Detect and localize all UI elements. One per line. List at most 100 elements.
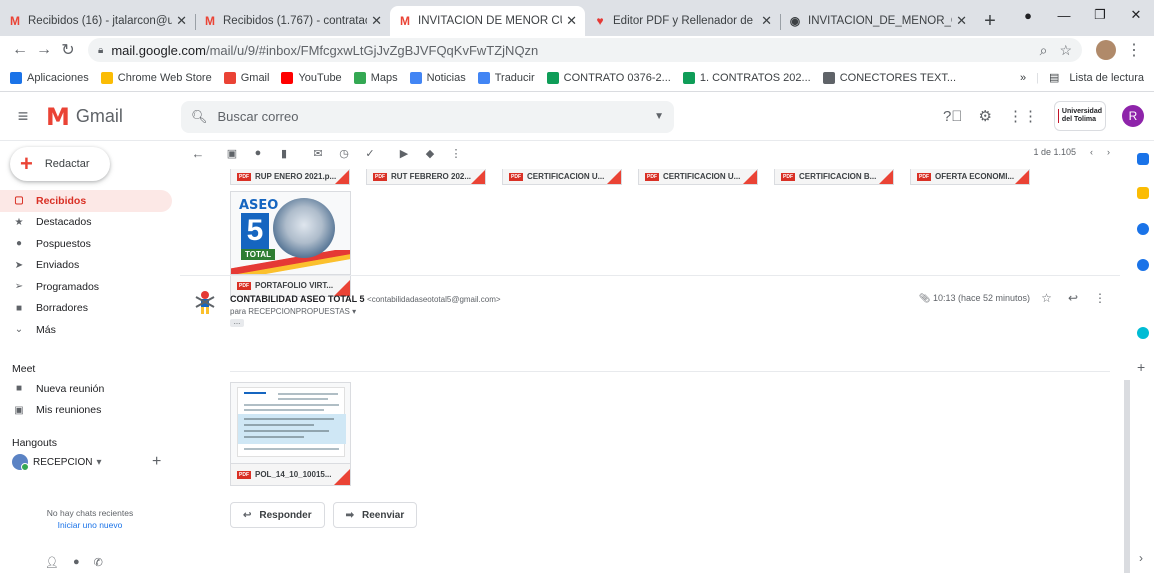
reading-list-button[interactable]: Lista de lectura bbox=[1069, 72, 1144, 84]
hangouts-status-caret-icon[interactable]: ▾ bbox=[96, 457, 101, 468]
bookmark-item[interactable]: Aplicaciones bbox=[10, 71, 89, 84]
chat-bubble-icon[interactable]: ● bbox=[73, 556, 80, 569]
calendar-app-icon[interactable] bbox=[1137, 153, 1149, 165]
snooze-icon[interactable]: ◷ bbox=[334, 147, 354, 160]
new-tab-button[interactable]: + bbox=[975, 6, 1005, 36]
start-chat-link[interactable]: Iniciar uno nuevo bbox=[0, 519, 180, 531]
bookmark-item[interactable]: Noticias bbox=[409, 71, 466, 84]
new-chat-button[interactable]: + bbox=[152, 453, 161, 471]
reload-button[interactable]: ↻ bbox=[56, 40, 80, 60]
browser-tab[interactable]: ♥ Editor PDF y Rellenador de Fo ✕ bbox=[585, 6, 780, 36]
browser-tab[interactable]: M INVITACION DE MENOR CUA ✕ bbox=[390, 6, 585, 36]
recipient-line[interactable]: para RECEPCIONPROPUESTAS ▾ bbox=[230, 307, 356, 316]
address-bar[interactable]: 🔒︎ mail.google.com/mail/u/9/#inbox/FMfcg… bbox=[88, 38, 1082, 62]
attachment-chip[interactable]: PDF CERTIFICACION U... bbox=[638, 169, 758, 185]
maximize-button[interactable]: ❐ bbox=[1082, 7, 1118, 23]
move-to-icon[interactable]: ▶ bbox=[394, 147, 414, 160]
more-options-icon[interactable]: ⋮ bbox=[1094, 291, 1106, 305]
close-window-button[interactable]: ✕ bbox=[1118, 7, 1154, 23]
back-button[interactable]: ← bbox=[8, 41, 32, 59]
sidebar-item[interactable]: ● Pospuestos bbox=[0, 233, 172, 255]
more-actions-icon[interactable]: ⋮ bbox=[446, 147, 466, 160]
minimize-button[interactable]: — bbox=[1046, 8, 1082, 23]
report-spam-icon[interactable]: ● bbox=[248, 147, 268, 159]
browser-tab[interactable]: M Recibidos (1.767) - contratac ✕ bbox=[195, 6, 390, 36]
back-to-inbox-icon[interactable]: ← bbox=[188, 146, 208, 161]
pdf-icon: PDF bbox=[781, 172, 795, 181]
sidebar-item[interactable]: ➢ Programados bbox=[0, 276, 172, 298]
older-icon[interactable]: › bbox=[1107, 147, 1110, 157]
attachment-chip[interactable]: PDF RUT FEBRERO 202... bbox=[366, 169, 486, 185]
sidebar-item[interactable]: ⌄ Más bbox=[0, 319, 172, 341]
sidebar-item[interactable]: ▣ Mis reuniones bbox=[0, 400, 172, 422]
bookmark-item[interactable]: CONECTORES TEXT... bbox=[822, 71, 956, 84]
browser-tab[interactable]: ◉ INVITACIÓN_DE_MENOR_CU ✕ bbox=[780, 6, 975, 36]
search-input[interactable]: 🔍︎ Buscar correo ▼ bbox=[181, 100, 674, 133]
attachment-chip[interactable]: PDF CERTIFICACION U... bbox=[502, 169, 622, 185]
bookmark-star-icon[interactable]: ☆ bbox=[1059, 42, 1072, 59]
attachment-chip[interactable]: PDF OFERTA ECONOMI... bbox=[910, 169, 1030, 185]
close-tab-icon[interactable]: ✕ bbox=[371, 13, 382, 29]
gmail-logo[interactable]: M Gmail bbox=[46, 103, 181, 131]
compose-button[interactable]: + Redactar bbox=[10, 147, 110, 181]
contacts-app-icon[interactable] bbox=[1137, 259, 1149, 271]
get-addons-icon[interactable]: + bbox=[1137, 359, 1145, 375]
university-logo[interactable]: Universidad del Tolima bbox=[1054, 101, 1106, 131]
bookmark-item[interactable]: YouTube bbox=[281, 71, 342, 84]
attachment-card-policy[interactable]: PDF POL_14_10_10015... bbox=[230, 382, 351, 486]
contacts-icon[interactable]: 👤︎ bbox=[45, 556, 59, 569]
bookmark-item[interactable]: Traducir bbox=[477, 71, 535, 84]
browser-tab[interactable]: M Recibidos (16) - jtalarcon@ut ✕ bbox=[0, 6, 195, 36]
attachment-card-portfolio[interactable]: ASEO 5 TOTAL PDF PORTAFOLIO VIRT... bbox=[230, 191, 351, 297]
addon-app-icon[interactable] bbox=[1137, 327, 1149, 339]
sender-name[interactable]: CONTABILIDAD ASEO TOTAL 5 bbox=[230, 294, 365, 304]
reply-arrow-icon: ↩ bbox=[243, 509, 252, 521]
bookmark-item[interactable]: Gmail bbox=[223, 71, 269, 84]
hangouts-user[interactable]: RECEPCION ▾ bbox=[12, 454, 101, 471]
close-tab-icon[interactable]: ✕ bbox=[956, 13, 967, 29]
attachment-chip[interactable]: PDF RUP ENERO 2021.p... bbox=[230, 169, 350, 185]
reply-icon[interactable]: ↩ bbox=[1068, 291, 1078, 305]
zoom-icon[interactable]: ⌕ bbox=[1040, 42, 1048, 59]
more-bookmarks-button[interactable]: » bbox=[1020, 72, 1026, 84]
gear-icon[interactable]: ⚙ bbox=[979, 107, 992, 125]
apps-grid-icon[interactable]: ⋮⋮ bbox=[1008, 107, 1038, 125]
mark-unread-icon[interactable]: ✉ bbox=[308, 147, 328, 160]
bookmark-item[interactable]: 1. CONTRATOS 202... bbox=[682, 71, 811, 84]
keep-app-icon[interactable] bbox=[1137, 187, 1149, 199]
search-icon[interactable]: 🔍︎ bbox=[191, 109, 208, 125]
close-tab-icon[interactable]: ✕ bbox=[761, 13, 772, 29]
close-tab-icon[interactable]: ✕ bbox=[176, 13, 187, 29]
add-task-icon[interactable]: ✓ bbox=[360, 147, 380, 160]
sidebar-item[interactable]: ➤ Enviados bbox=[0, 255, 172, 277]
attachment-name: CERTIFICACION U... bbox=[663, 172, 741, 181]
forward-button[interactable]: → bbox=[32, 41, 56, 59]
sidebar-item[interactable]: ▢ Recibidos bbox=[0, 190, 172, 212]
sidebar-item[interactable]: ★ Destacados bbox=[0, 212, 172, 234]
account-avatar[interactable]: R bbox=[1122, 105, 1144, 127]
help-icon[interactable]: ?⃝ bbox=[943, 108, 963, 125]
delete-icon[interactable]: ▮ bbox=[274, 147, 294, 160]
close-tab-icon[interactable]: ✕ bbox=[566, 13, 577, 29]
sidebar-item[interactable]: ■ Nueva reunión bbox=[0, 378, 172, 400]
profile-dot-icon[interactable]: ● bbox=[1010, 8, 1046, 23]
search-options-icon[interactable]: ▼ bbox=[654, 111, 664, 122]
archive-icon[interactable]: ▣ bbox=[222, 147, 242, 160]
reply-button[interactable]: ↩ Responder bbox=[230, 502, 325, 528]
forward-button[interactable]: ➡ Reenviar bbox=[332, 502, 418, 528]
bookmark-item[interactable]: CONTRATO 0376-2... bbox=[546, 71, 671, 84]
phone-icon[interactable]: ✆ bbox=[94, 556, 103, 569]
newer-icon[interactable]: ‹ bbox=[1090, 147, 1093, 157]
tasks-app-icon[interactable] bbox=[1137, 223, 1149, 235]
sidebar-item[interactable]: ■ Borradores bbox=[0, 298, 172, 320]
show-side-panel-icon[interactable]: › bbox=[1139, 551, 1143, 565]
bookmark-item[interactable]: Maps bbox=[353, 71, 398, 84]
browser-profile-avatar[interactable] bbox=[1096, 40, 1116, 60]
browser-menu-icon[interactable]: ⋮ bbox=[1122, 40, 1146, 60]
show-trimmed-content-button[interactable]: ... bbox=[230, 318, 244, 327]
star-icon[interactable]: ☆ bbox=[1041, 291, 1052, 305]
attachment-chip[interactable]: PDF CERTIFICACION B... bbox=[774, 169, 894, 185]
label-icon[interactable]: ◆ bbox=[420, 147, 440, 160]
bookmark-item[interactable]: Chrome Web Store bbox=[100, 71, 212, 84]
main-menu-icon[interactable]: ≡ bbox=[0, 106, 46, 127]
